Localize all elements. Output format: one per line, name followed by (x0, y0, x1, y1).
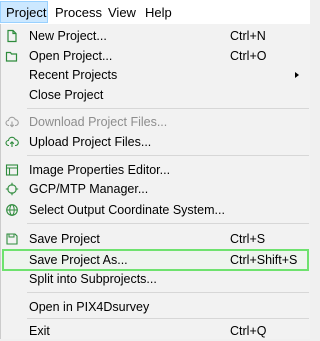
menu-item-new-project[interactable]: New Project... Ctrl+N (1, 26, 309, 46)
project-menu-dropdown: New Project... Ctrl+N Open Project... Ct… (0, 24, 310, 339)
menu-item-label: Recent Projects (29, 68, 118, 82)
menu-project[interactable]: Project (0, 1, 48, 23)
image-properties-icon (5, 163, 19, 177)
cloud-upload-icon (5, 135, 19, 149)
submenu-arrow-icon (295, 72, 299, 78)
menu-separator (27, 223, 309, 224)
menu-item-label: Upload Project Files... (29, 135, 152, 149)
new-file-icon (5, 29, 19, 43)
menu-item-label: Download Project Files... (29, 115, 168, 129)
menu-item-label: Select Output Coordinate System... (29, 203, 225, 217)
menu-item-label: Close Project (29, 88, 104, 102)
menu-item-label: Save Project As... (29, 253, 128, 267)
shortcut-label: Ctrl+Shift+S (230, 253, 298, 267)
menu-item-download-project-files: Download Project Files... (1, 112, 309, 132)
menu-item-open-project[interactable]: Open Project... Ctrl+O (1, 46, 309, 66)
menu-item-image-properties-editor[interactable]: Image Properties Editor... (1, 160, 309, 180)
save-icon (5, 232, 19, 246)
menu-item-label: Exit (29, 324, 50, 338)
shortcut-label: Ctrl+N (230, 29, 266, 43)
shortcut-label: Ctrl+O (230, 49, 267, 63)
menu-item-label: Image Properties Editor... (29, 163, 171, 177)
crosshair-icon (5, 182, 19, 196)
menu-separator (27, 108, 309, 109)
menu-item-close-project[interactable]: Close Project (1, 85, 309, 105)
menu-item-label: Open in PIX4Dsurvey (29, 300, 150, 314)
menu-process[interactable]: Process (55, 4, 102, 21)
menu-separator (27, 318, 309, 319)
menu-help[interactable]: Help (145, 4, 172, 21)
menu-item-label: New Project... (29, 29, 107, 43)
menu-item-label: Save Project (29, 232, 100, 246)
folder-open-icon (5, 49, 19, 63)
menu-bar: Project Process View Help (0, 0, 310, 24)
shortcut-label: Ctrl+Q (230, 324, 267, 338)
menu-item-exit[interactable]: Exit Ctrl+Q (1, 321, 309, 341)
shortcut-label: Ctrl+S (230, 232, 266, 246)
menu-separator (27, 292, 309, 293)
menu-item-recent-projects[interactable]: Recent Projects (1, 65, 309, 85)
cloud-download-icon (5, 115, 19, 129)
menu-item-select-output-coordinate-system[interactable]: Select Output Coordinate System... (1, 200, 309, 220)
menu-item-label: GCP/MTP Manager... (29, 182, 149, 196)
menu-item-gcp-mtp-manager[interactable]: GCP/MTP Manager... (1, 179, 309, 199)
menu-item-split-into-subprojects[interactable]: Split into Subprojects... (1, 269, 309, 289)
menu-view[interactable]: View (108, 4, 136, 21)
menu-item-label: Open Project... (29, 49, 113, 63)
menu-item-open-in-pix4dsurvey[interactable]: Open in PIX4Dsurvey (1, 297, 309, 317)
globe-icon (5, 203, 19, 217)
menu-item-save-project[interactable]: Save Project Ctrl+S (1, 229, 309, 249)
menu-item-upload-project-files[interactable]: Upload Project Files... (1, 132, 309, 152)
menu-separator (27, 155, 309, 156)
menu-item-label: Split into Subprojects... (29, 272, 157, 286)
menu-item-save-project-as[interactable]: Save Project As... Ctrl+Shift+S (1, 250, 309, 270)
